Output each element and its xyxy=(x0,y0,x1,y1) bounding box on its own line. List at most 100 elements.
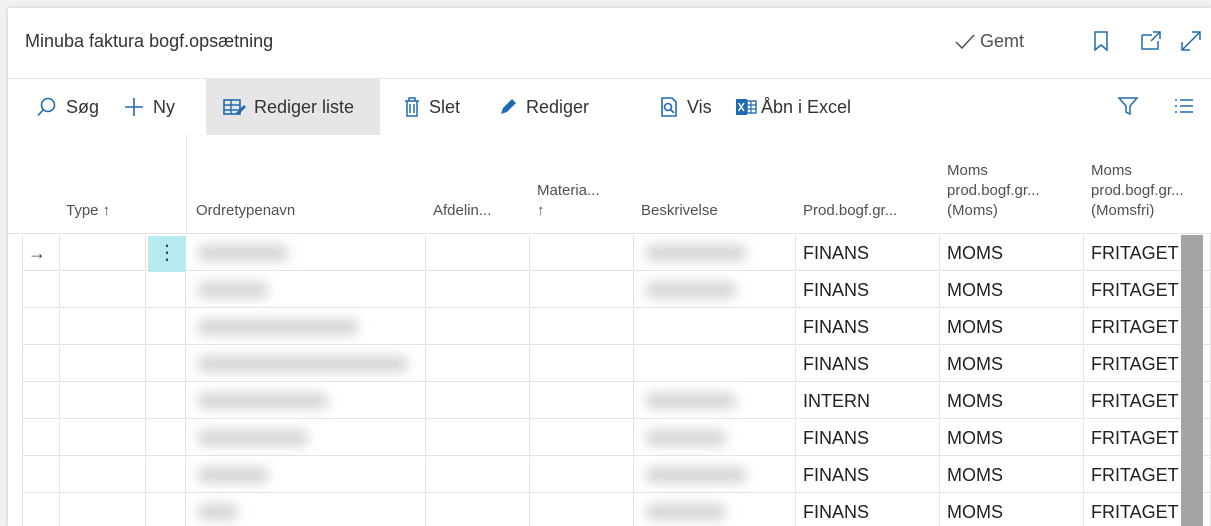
department-cell[interactable] xyxy=(426,272,530,308)
description-cell[interactable] xyxy=(634,383,796,419)
prod-posting-group-cell[interactable]: FINANS xyxy=(796,346,940,382)
vat-prod-posting-group-moms-cell[interactable]: MOMS xyxy=(940,383,1084,419)
department-cell[interactable] xyxy=(426,457,530,493)
type-cell[interactable] xyxy=(60,494,146,526)
description-cell[interactable] xyxy=(634,420,796,456)
prod-posting-group-cell[interactable]: FINANS xyxy=(796,272,940,308)
open-in-excel-button[interactable]: Åbn i Excel xyxy=(735,79,851,135)
type-cell[interactable] xyxy=(60,383,146,419)
vat-prod-posting-group-moms-cell[interactable]: MOMS xyxy=(940,420,1084,456)
vat-prod-posting-group-moms-cell[interactable]: MOMS xyxy=(940,457,1084,493)
new-button[interactable]: Ny xyxy=(123,79,175,135)
order-type-name-cell[interactable] xyxy=(186,309,426,345)
table-row[interactable]: → FINANS MOMS FRITAGET xyxy=(8,235,1211,272)
vat-prod-posting-group-moms-cell[interactable]: MOMS xyxy=(940,346,1084,382)
row-indicator-cell[interactable]: → xyxy=(22,235,60,271)
type-cell[interactable] xyxy=(60,309,146,345)
vat-prod-posting-group-moms-cell[interactable]: MOMS xyxy=(940,235,1084,271)
type-cell[interactable] xyxy=(60,420,146,456)
table-row[interactable]: FINANS MOMS FRITAGET xyxy=(8,457,1211,494)
department-cell[interactable] xyxy=(426,309,530,345)
description-cell[interactable] xyxy=(634,346,796,382)
description-cell[interactable] xyxy=(634,235,796,271)
vat-prod-posting-group-moms-cell[interactable]: MOMS xyxy=(940,494,1084,526)
view-button[interactable]: Vis xyxy=(659,79,712,135)
table-row[interactable]: INTERN MOMS FRITAGET xyxy=(8,383,1211,420)
row-indicator-cell[interactable] xyxy=(22,494,60,526)
description-cell[interactable] xyxy=(634,457,796,493)
row-menu-cell[interactable] xyxy=(146,457,186,493)
expand-icon[interactable] xyxy=(1178,28,1204,54)
search-button[interactable]: Søg xyxy=(36,79,99,135)
description-cell[interactable] xyxy=(634,272,796,308)
order-type-name-cell[interactable] xyxy=(186,383,426,419)
list-view-icon[interactable] xyxy=(1174,97,1194,115)
description-cell[interactable] xyxy=(634,494,796,526)
edit-list-button[interactable]: Rediger liste xyxy=(206,79,380,135)
column-header-prod-posting-group[interactable]: Prod.bogf.gr... xyxy=(796,135,940,233)
prod-posting-group-cell[interactable]: FINANS xyxy=(796,494,940,526)
material-cell[interactable] xyxy=(530,346,634,382)
type-cell[interactable] xyxy=(60,235,146,271)
row-indicator-cell[interactable] xyxy=(22,457,60,493)
prod-posting-group-cell[interactable]: INTERN xyxy=(796,383,940,419)
column-header-description[interactable]: Beskrivelse xyxy=(634,135,796,233)
column-header-type[interactable]: Type ↑ xyxy=(8,135,146,233)
order-type-name-cell[interactable] xyxy=(186,272,426,308)
prod-posting-group-cell[interactable]: FINANS xyxy=(796,457,940,493)
order-type-name-cell[interactable] xyxy=(186,494,426,526)
department-cell[interactable] xyxy=(426,383,530,419)
table-row[interactable]: FINANS MOMS FRITAGET xyxy=(8,346,1211,383)
column-header-order-type-name[interactable]: Ordretypenavn xyxy=(186,135,427,233)
column-header-department[interactable]: Afdelin... xyxy=(426,135,530,233)
row-indicator-cell[interactable] xyxy=(22,309,60,345)
material-cell[interactable] xyxy=(530,420,634,456)
order-type-name-cell[interactable] xyxy=(186,235,426,271)
order-type-name-cell[interactable] xyxy=(186,420,426,456)
open-in-new-window-icon[interactable] xyxy=(1138,28,1164,54)
row-menu-cell[interactable] xyxy=(146,494,186,526)
material-cell[interactable] xyxy=(530,457,634,493)
column-header-vat-prod-posting-group-moms[interactable]: Moms prod.bogf.gr... (Moms) xyxy=(940,135,1084,233)
row-menu-cell[interactable] xyxy=(146,420,186,456)
type-cell[interactable] xyxy=(60,272,146,308)
row-menu-cell[interactable] xyxy=(146,309,186,345)
material-cell[interactable] xyxy=(530,383,634,419)
row-indicator-cell[interactable] xyxy=(22,346,60,382)
vat-prod-posting-group-moms-cell[interactable]: MOMS xyxy=(940,309,1084,345)
type-cell[interactable] xyxy=(60,457,146,493)
department-cell[interactable] xyxy=(426,420,530,456)
edit-button[interactable]: Rediger xyxy=(498,79,589,135)
table-row[interactable]: FINANS MOMS FRITAGET xyxy=(8,272,1211,309)
row-indicator-cell[interactable] xyxy=(22,420,60,456)
material-cell[interactable] xyxy=(530,494,634,526)
vertical-scrollbar[interactable] xyxy=(1181,235,1203,526)
row-menu-cell[interactable] xyxy=(146,272,186,308)
row-menu-cell[interactable] xyxy=(146,346,186,382)
row-indicator-cell[interactable] xyxy=(22,383,60,419)
prod-posting-group-cell[interactable]: FINANS xyxy=(796,235,940,271)
row-indicator-cell[interactable] xyxy=(22,272,60,308)
table-row[interactable]: FINANS MOMS FRITAGET xyxy=(8,420,1211,457)
material-cell[interactable] xyxy=(530,309,634,345)
column-header-vat-prod-posting-group-momsfri[interactable]: Moms prod.bogf.gr... (Momsfri) xyxy=(1084,135,1211,233)
column-header-material[interactable]: Materia... ↑ xyxy=(530,135,634,233)
filter-icon[interactable] xyxy=(1117,95,1139,117)
department-cell[interactable] xyxy=(426,494,530,526)
description-cell[interactable] xyxy=(634,309,796,345)
type-cell[interactable] xyxy=(60,346,146,382)
row-menu-cell[interactable] xyxy=(146,383,186,419)
material-cell[interactable] xyxy=(530,235,634,271)
table-row[interactable]: FINANS MOMS FRITAGET xyxy=(8,309,1211,346)
department-cell[interactable] xyxy=(426,346,530,382)
material-cell[interactable] xyxy=(530,272,634,308)
delete-button[interactable]: Slet xyxy=(403,79,460,135)
order-type-name-cell[interactable] xyxy=(186,457,426,493)
order-type-name-cell[interactable] xyxy=(186,346,426,382)
prod-posting-group-cell[interactable]: FINANS xyxy=(796,309,940,345)
row-actions-button[interactable]: ⋮ xyxy=(148,236,186,272)
bookmark-icon[interactable] xyxy=(1088,28,1114,54)
prod-posting-group-cell[interactable]: FINANS xyxy=(796,420,940,456)
department-cell[interactable] xyxy=(426,235,530,271)
vat-prod-posting-group-moms-cell[interactable]: MOMS xyxy=(940,272,1084,308)
